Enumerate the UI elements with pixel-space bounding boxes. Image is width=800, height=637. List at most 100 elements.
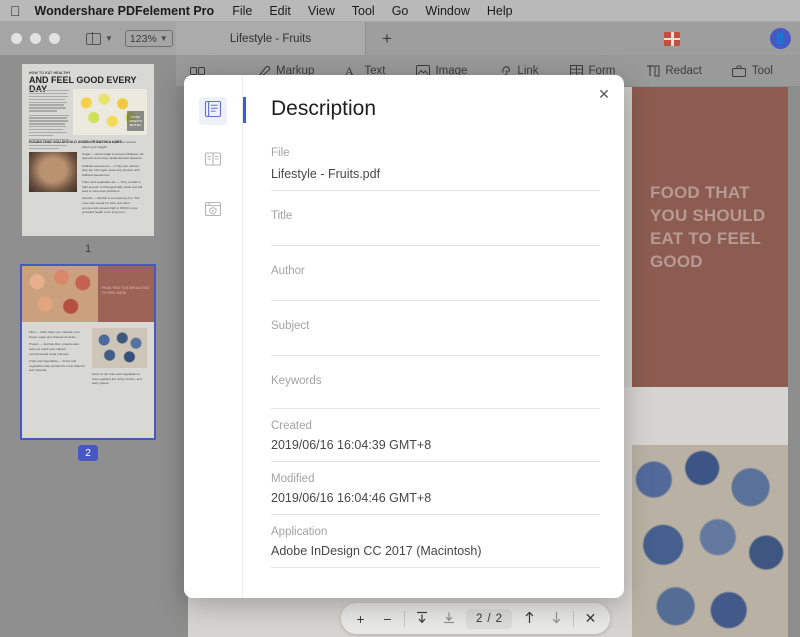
document-tab-label: Lifestyle - Fruits [230,33,311,45]
field-label: Created [271,420,600,432]
keywords-input[interactable] [271,393,600,409]
window-controls [11,33,60,44]
thumbnail-page-1[interactable]: HOW TO EAT HEALTHY AND FEEL GOOD EVERY D… [22,64,154,236]
field-label: Title [271,210,600,222]
thumb1-coffee-image [29,152,77,192]
next-page-button[interactable] [543,605,570,632]
page-blueberry-image [632,445,788,637]
dialog-tab-security[interactable] [199,197,227,225]
redact-icon [645,63,660,78]
field-keywords: Keywords [271,375,600,409]
thumb1-bullet: Trans and vegetable oils — They contain … [82,180,144,194]
close-icon: ✕ [585,610,597,627]
user-avatar-icon[interactable]: 👤 [770,28,791,49]
chevron-down-icon: ▼ [160,34,168,43]
total-pages-value: 2 [496,613,502,625]
previous-page-button[interactable] [516,605,543,632]
menubar-item-file[interactable]: File [232,4,252,18]
document-tab[interactable]: Lifestyle - Fruits [176,22,366,55]
application-window:  Wondershare PDFelement Pro File Edit V… [0,0,800,637]
created-value: 2019/06/16 16:04:39 GMT+8 [271,438,600,462]
field-title: Title [271,210,600,246]
thumbnail-page-number-2: 2 [78,445,98,461]
dialog-content: Description File Lifestyle - Fruits.pdf … [242,75,624,598]
menubar-item-tool[interactable]: Tool [352,4,375,18]
thumb2-paragraph: Fruits and Vegetables — Fruits and veget… [29,359,85,373]
minimize-window-button[interactable] [30,33,41,44]
dialog-close-button[interactable]: ✕ [595,85,613,103]
field-subject: Subject [271,320,600,356]
zoom-level-value: 123% [130,33,157,45]
toolbar-label: Redact [665,65,701,77]
title-input[interactable] [271,230,600,246]
dialog-title-accent-bar [243,97,246,123]
toolbar-divider [404,611,405,627]
zoom-out-button[interactable]: − [374,605,401,632]
menubar-item-help[interactable]: Help [487,4,513,18]
close-pagebar-button[interactable]: ✕ [577,605,604,632]
dialog-sidebar [184,75,242,598]
field-file: File Lifestyle - Fruits.pdf [271,147,600,191]
document-properties-dialog: Description File Lifestyle - Fruits.pdf … [184,75,624,598]
go-to-first-page-icon [416,611,428,627]
thumbnail-page-2[interactable]: FOOD THAT YOU SHOULD EAT TO FEEL GOOD Fi… [22,266,154,438]
toolbox-icon [732,63,747,78]
toolbar-label: Tool [752,65,773,77]
dialog-tab-description[interactable] [199,97,227,125]
thumb2-grapefruit-image [22,266,98,322]
current-page-value: 2 [476,613,482,625]
sidebar-toggle-icon [86,33,101,45]
menubar-item-go[interactable]: Go [392,4,409,18]
field-label: Application [271,526,600,538]
thumb2-overlay-text: FOOD THAT YOU SHOULD EAT TO FEEL GOOD [102,286,154,296]
menubar-item-view[interactable]: View [308,4,335,18]
thumb1-image-badge: MORE GREEN IS BETTER. [127,111,144,131]
field-modified: Modified 2019/06/16 16:04:46 GMT+8 [271,473,600,515]
go-to-last-page-button[interactable] [435,605,462,632]
field-author: Author [271,265,600,301]
subject-input[interactable] [271,340,600,356]
chevron-down-icon: ▼ [105,34,113,43]
menubar-item-edit[interactable]: Edit [269,4,291,18]
description-list-icon [204,100,222,123]
author-input[interactable] [271,285,600,301]
field-label: File [271,147,600,159]
field-created: Created 2019/06/16 16:04:39 GMT+8 [271,420,600,462]
dialog-tab-layout[interactable] [199,147,227,175]
field-label: Subject [271,320,600,332]
thumb1-bullet: Alcohol — Alcohol is a temporary fun. Th… [82,196,144,215]
field-label: Modified [271,473,600,485]
titlebar-left-section: ▼ 123% ▼ [0,22,176,55]
file-value[interactable]: Lifestyle - Fruits.pdf [271,167,600,191]
zoom-out-label: − [383,611,391,627]
toolbar-redact-button[interactable]: Redact [645,63,701,78]
thumb2-blueberry-image [92,328,147,368]
sidebar-toggle-button[interactable]: ▼ [86,33,113,45]
thumbnail-list: HOW TO EAT HEALTHY AND FEEL GOOD EVERY D… [0,55,176,463]
toolbar-tool-button[interactable]: Tool [732,63,773,78]
maximize-window-button[interactable] [49,33,60,44]
application-value: Adobe InDesign CC 2017 (Macintosh) [271,544,600,568]
page-thumbnail-rail[interactable]: HOW TO EAT HEALTHY AND FEEL GOOD EVERY D… [0,55,176,637]
new-tab-button[interactable]: + [366,22,408,55]
apple-logo-icon[interactable]:  [10,4,21,18]
thumb1-bullet: Artificial sweeteners — If they are natu… [82,164,144,178]
thumb1-bullet: Grains — Avoid them if you are worried a… [82,140,144,149]
gift-icon[interactable] [664,32,680,46]
macos-menubar:  Wondershare PDFelement Pro File Edit V… [0,0,800,22]
zoom-level-dropdown[interactable]: 123% ▼ [125,30,173,47]
page-indicator[interactable]: 2 / 2 [466,609,512,629]
go-to-last-page-icon [443,611,455,627]
close-window-button[interactable] [11,33,22,44]
thumb2-paragraph: Protein — Just like fiber, proteins also… [29,342,85,356]
menubar-app-name[interactable]: Wondershare PDFelement Pro [35,4,215,18]
menubar-item-window[interactable]: Window [425,4,469,18]
modified-value: 2019/06/16 16:04:46 GMT+8 [271,491,600,515]
thumbnail-page-number-1: 1 [85,243,91,255]
zoom-in-button[interactable]: + [347,605,374,632]
thumb2-paragraph: Fiber — Fiber helps you maintain your bo… [29,330,85,339]
page-separator: / [487,613,490,625]
arrow-down-icon [551,611,562,627]
arrow-up-icon [524,611,535,627]
go-to-first-page-button[interactable] [408,605,435,632]
